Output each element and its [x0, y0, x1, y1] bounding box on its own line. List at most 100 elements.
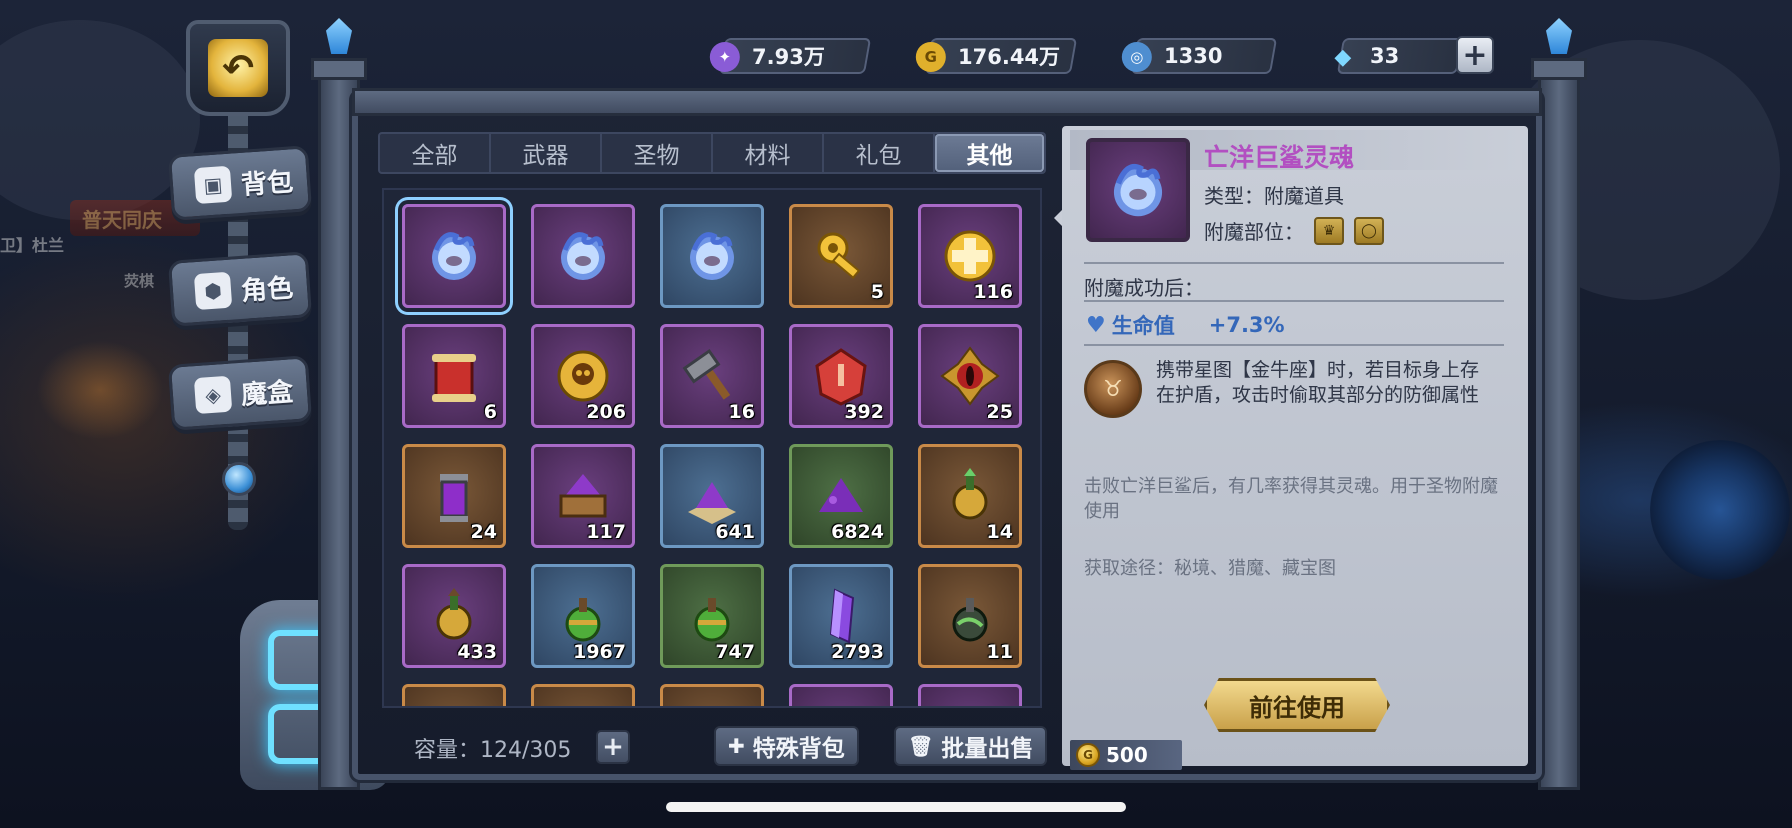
- item-source: 获取途径：秘境、猎魔、藏宝图: [1084, 558, 1336, 579]
- tab-weapons[interactable]: 武器: [491, 134, 602, 172]
- item-count: 5: [870, 281, 884, 303]
- inventory-slot[interactable]: 1967: [531, 564, 635, 668]
- expand-capacity-button[interactable]: +: [596, 730, 630, 764]
- background-banner-text: 普天同庆: [82, 208, 162, 232]
- inventory-slot[interactable]: 6824: [789, 444, 893, 548]
- item-description: 击败亡洋巨鲨后，有几率获得其灵魂。用于圣物附魔使用: [1084, 476, 1498, 522]
- menu-character-button[interactable]: ⬢ 角色: [167, 251, 313, 327]
- inventory-slot[interactable]: [531, 204, 635, 308]
- inventory-slot[interactable]: 24: [402, 444, 506, 548]
- menu-character-label: 角色: [240, 272, 295, 307]
- menu-magic-box-button[interactable]: ◈ 魔盒: [167, 355, 313, 431]
- item-count: 747: [715, 641, 755, 663]
- enchant-slots-label: 附魔部位：: [1204, 220, 1304, 244]
- character-icon: ⬢: [193, 271, 233, 311]
- inventory-slot[interactable]: 14: [918, 444, 1022, 548]
- menu-bag-button[interactable]: ▣ 背包: [167, 145, 313, 221]
- inventory-slot[interactable]: 2793: [789, 564, 893, 668]
- tab-materials[interactable]: 材料: [713, 134, 824, 172]
- currency-energy: ◎ 1330: [1121, 38, 1278, 74]
- inventory-slot[interactable]: [660, 204, 764, 308]
- item-count: 6: [483, 401, 497, 423]
- inventory-slot[interactable]: 206: [531, 324, 635, 428]
- unknown-icon: [422, 704, 486, 708]
- item-count: 6824: [831, 521, 884, 543]
- inventory-slot[interactable]: [918, 684, 1022, 706]
- inventory-slot[interactable]: [402, 684, 506, 708]
- currency-gold-value: 176.44万: [958, 45, 1061, 69]
- inventory-slot[interactable]: 16: [660, 324, 764, 428]
- tab-other[interactable]: 其他: [935, 134, 1044, 172]
- item-count: 25: [986, 401, 1013, 423]
- gold-cross-coin-icon: [944, 230, 996, 282]
- item-name: 亡洋巨鲨灵魂: [1204, 143, 1355, 172]
- skull-coin-icon: [557, 350, 609, 402]
- inventory-slot[interactable]: 6: [402, 324, 506, 428]
- unknown-icon: [680, 704, 744, 708]
- inventory-slot[interactable]: 117: [531, 444, 635, 548]
- green-flask-icon: [694, 598, 730, 642]
- stat-row: ♥ 生命值 +7.3%: [1086, 310, 1285, 340]
- unknown-icon: [809, 704, 873, 708]
- inventory-slot[interactable]: 433: [402, 564, 506, 668]
- crate-powder-icon: [559, 474, 607, 518]
- ring-icon: ◯: [1354, 216, 1384, 245]
- inventory-slot[interactable]: 392: [789, 324, 893, 428]
- enchant-slots: 附魔部位： ♛ ◯: [1204, 216, 1384, 245]
- item-count: 14: [986, 521, 1013, 543]
- currency-gold: G 176.44万: [915, 38, 1078, 74]
- item-count: 641: [715, 521, 755, 543]
- tab-gift-packs[interactable]: 礼包: [824, 134, 935, 172]
- divider: [1084, 262, 1504, 264]
- back-button[interactable]: ↶: [186, 20, 290, 116]
- inventory-slot[interactable]: [660, 684, 764, 708]
- bag-icon: ▣: [193, 165, 233, 205]
- background-npc-name: 荧棋: [124, 272, 155, 290]
- inventory-slot[interactable]: 11: [918, 564, 1022, 668]
- portal-vortex: [1650, 440, 1790, 580]
- puzzle-icon: ✚: [728, 734, 745, 758]
- inventory-slot[interactable]: [402, 204, 506, 308]
- inventory-slot[interactable]: [531, 684, 635, 708]
- inventory-slot[interactable]: [789, 684, 893, 708]
- item-count: 24: [470, 521, 497, 543]
- red-gem-icon: [815, 348, 867, 406]
- inventory-slot[interactable]: 747: [660, 564, 764, 668]
- dark-flask-icon: [952, 598, 988, 642]
- key-icon: [817, 232, 861, 280]
- inventory-slot[interactable]: 5: [789, 204, 893, 308]
- goto-use-button[interactable]: 前往使用: [1204, 678, 1390, 732]
- home-indicator[interactable]: [666, 802, 1126, 812]
- soul-orb-icon: [561, 232, 605, 280]
- add-diamond-button[interactable]: +: [1456, 36, 1494, 74]
- inventory-slot[interactable]: 116: [918, 204, 1022, 308]
- right-pillar-cap: [1531, 58, 1587, 80]
- unknown-icon: [551, 704, 615, 708]
- stat-value: +7.3%: [1208, 313, 1285, 337]
- heart-icon: ♥: [1086, 312, 1106, 338]
- item-count: 433: [457, 641, 497, 663]
- currency-diamond-value: 33: [1370, 44, 1400, 68]
- hammer-icon: [682, 349, 731, 400]
- constellation-effect-text: 携带星图【金牛座】时，若目标身上存在护盾，攻击时偷取其部分的防御属性: [1156, 359, 1480, 406]
- item-type: 类型：附魔道具: [1204, 184, 1344, 208]
- trash-icon: 🗑: [908, 734, 934, 758]
- soul-orb-icon: [690, 232, 734, 280]
- soul-orb-icon: [432, 232, 476, 280]
- special-bag-button[interactable]: ✚ 特殊背包: [714, 726, 859, 766]
- inventory-slot[interactable]: 25: [918, 324, 1022, 428]
- tab-all[interactable]: 全部: [380, 134, 491, 172]
- detail-item-icon: [1086, 138, 1190, 242]
- item-grid-scroll[interactable]: 5 116 6 206 16 392 25 24 117 641 6824 14 433 1967 747 2…: [382, 188, 1042, 708]
- inventory-slot[interactable]: 641: [660, 444, 764, 548]
- bulk-sell-button[interactable]: 🗑 批量出售: [894, 726, 1048, 766]
- item-count: 1967: [573, 641, 626, 663]
- after-enchant-label: 附魔成功后：: [1084, 276, 1204, 300]
- frame-top-bar: [352, 88, 1542, 116]
- gold-flask-brown-icon: [436, 588, 472, 640]
- left-pillar-cap: [311, 58, 367, 80]
- tab-relics[interactable]: 圣物: [602, 134, 713, 172]
- soul-orb-icon: [1113, 163, 1163, 217]
- powder-mat-icon: [688, 482, 736, 524]
- currency-crystal: ✦ 7.93万: [709, 38, 872, 74]
